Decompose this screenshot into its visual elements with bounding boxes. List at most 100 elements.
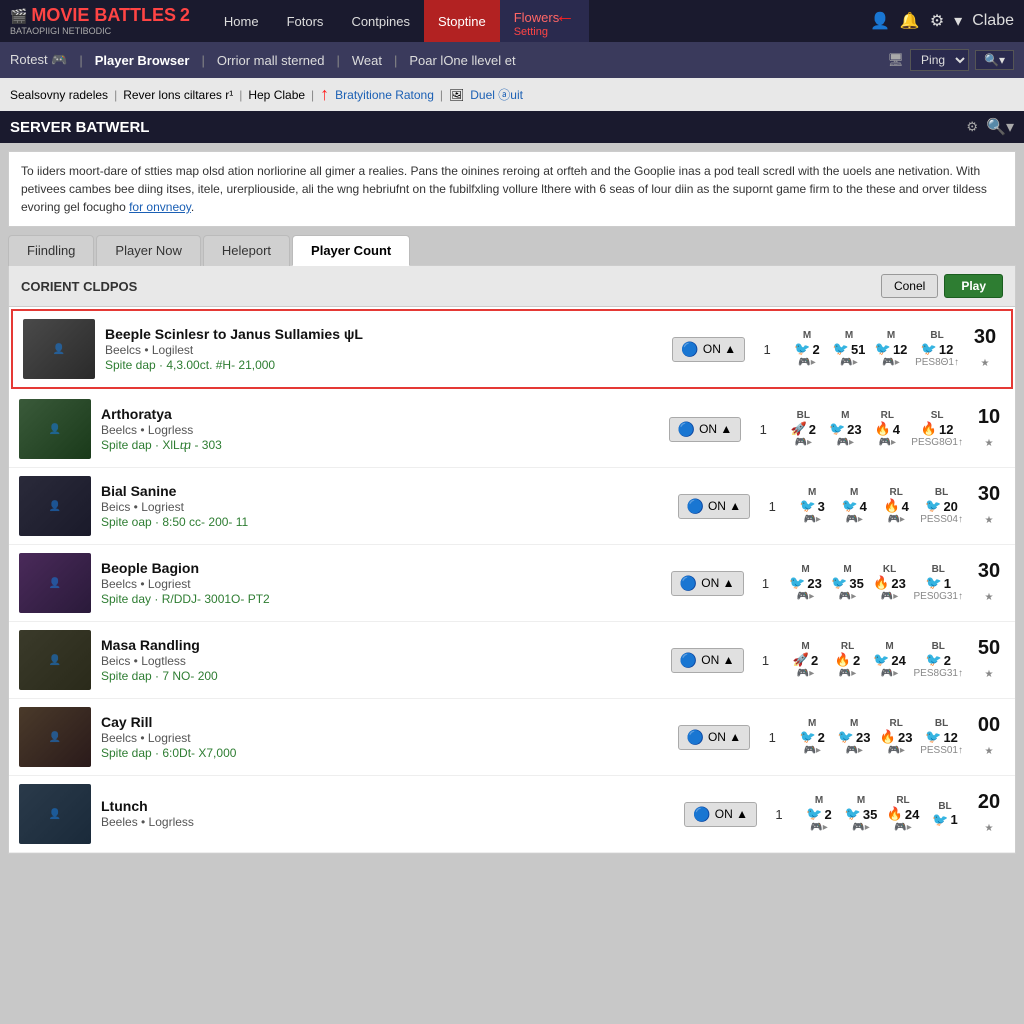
server-total-sub-6: ★ <box>985 746 994 757</box>
stat-label-3-3: BL <box>935 487 948 498</box>
bell-icon[interactable]: 🔔 <box>900 11 920 31</box>
server-num-7: 1 <box>767 807 791 822</box>
tab-player-count[interactable]: Player Count <box>292 235 410 266</box>
stat-sub-3-3: PESS04↑ <box>920 514 963 525</box>
conel-button[interactable]: Conel <box>881 274 938 298</box>
stat-label-4-1: M <box>843 564 851 575</box>
server-map-2: Spite dap · XlLⴔ - 303 <box>101 438 659 452</box>
nav-right: 👤 🔔 ⚙ ▾ Clabe <box>870 11 1014 31</box>
breadcrumb-link-duel[interactable]: Duel ⓐuit <box>470 86 523 103</box>
user-icon[interactable]: 👤 <box>870 11 890 31</box>
server-total-6: 00★ <box>973 714 1005 760</box>
nav-fotors[interactable]: Fotors <box>273 0 338 42</box>
server-stats-1: M 🐦2 🎮▸ M 🐦51 🎮▸ M 🐦12 🎮▸ BL 🐦12 PES8Θ1↑ <box>789 330 959 368</box>
server-total-3: 30★ <box>973 483 1005 529</box>
stat-sub-3-1: 🎮▸ <box>845 514 862 525</box>
server-name-7: Ltunch <box>101 798 674 814</box>
server-tags-1: Beelcs • Logilest <box>105 343 662 357</box>
stat-col-5-3: BL 🐦2 PES8G31↑ <box>914 641 963 679</box>
server-num-3: 1 <box>760 499 784 514</box>
nav-items: Home Fotors Contpines Stoptine Flowers ←… <box>210 0 870 42</box>
server-total-sub-3: ★ <box>985 515 994 526</box>
server-status-1[interactable]: 🔵ON ▲ <box>672 337 745 362</box>
stat-sub-4-3: PES0G31↑ <box>914 591 963 602</box>
status-dot-2: 🔵 <box>678 421 695 438</box>
stat-sub-3-2: 🎮▸ <box>887 514 904 525</box>
server-stats-4: M 🐦23 🎮▸ M 🐦35 🎮▸ KL 🔥23 🎮▸ BL 🐦1 PES0G3… <box>788 564 963 602</box>
server-stats-2: BL 🚀2 🎮▸ M 🐦23 🎮▸ RL 🔥4 🎮▸ SL 🔥12 PESG8Θ… <box>785 410 963 448</box>
stat-label-7-1: M <box>857 795 865 806</box>
stat-val-6-3: 🐦12 <box>925 729 958 745</box>
server-status-6[interactable]: 🔵ON ▲ <box>678 725 751 750</box>
stat-label-1-1: M <box>845 330 853 341</box>
stat-val-5-1: 🔥2 <box>835 652 860 668</box>
tab-player-now[interactable]: Player Now <box>96 235 200 266</box>
server-status-7[interactable]: 🔵ON ▲ <box>684 802 757 827</box>
stat-label-5-2: M <box>885 641 893 652</box>
server-panel-title: SERVER BATWERL <box>10 119 149 136</box>
secnav-rotest[interactable]: Rotest 🎮 <box>10 52 67 68</box>
stat-val-2-1: 🐦23 <box>829 421 862 437</box>
stat-val-1-0: 🐦2 <box>794 341 819 357</box>
server-name-6: Cay Rill <box>101 714 668 730</box>
server-search-icon[interactable]: 🔍▾ <box>986 117 1014 137</box>
stat-col-6-0: M 🐦2 🎮▸ <box>794 718 830 756</box>
nav-contpines[interactable]: Contpines <box>337 0 424 42</box>
stat-label-5-0: M <box>801 641 809 652</box>
server-total-2: 10★ <box>973 406 1005 452</box>
list-header: CORIENT Cldpos Conel Play <box>9 266 1015 307</box>
stat-label-7-2: RL <box>896 795 909 806</box>
server-row-5[interactable]: 👤 Masa Randling Beics • Logtless Spite d… <box>9 622 1015 699</box>
description-link[interactable]: for onvneoy <box>129 200 191 214</box>
server-status-2[interactable]: 🔵ON ▲ <box>669 417 742 442</box>
secnav-poar[interactable]: Poar lOne llevel et <box>409 53 515 68</box>
server-row-7[interactable]: 👤 Ltunch Beeles • Logrless 🔵ON ▲1 M 🐦2 🎮… <box>9 776 1015 853</box>
play-button[interactable]: Play <box>944 274 1003 298</box>
stat-sub-6-3: PESS01↑ <box>920 745 963 756</box>
server-status-4[interactable]: 🔵ON ▲ <box>671 571 744 596</box>
ping-filter-select[interactable]: Ping <box>910 49 969 71</box>
stat-sub-7-1: 🎮▸ <box>852 822 869 833</box>
server-row-1[interactable]: 👤 Beeple Scinlesr to Janus Sullamies ψL … <box>11 309 1013 389</box>
server-row-4[interactable]: 👤 Beople Bagion Beelcs • Logriest Spite … <box>9 545 1015 622</box>
server-info-1: Beeple Scinlesr to Janus Sullamies ψL Be… <box>105 326 662 372</box>
stat-label-6-1: M <box>850 718 858 729</box>
stat-val-1-3: 🐦12 <box>921 341 954 357</box>
server-row-2[interactable]: 👤 Arthoratya Beelcs • Logrless Spite dap… <box>9 391 1015 468</box>
secnav-weat[interactable]: Weat <box>352 53 382 68</box>
nav-home[interactable]: Home <box>210 0 273 42</box>
stat-label-2-0: BL <box>797 410 810 421</box>
username: Clabe <box>972 12 1014 30</box>
stat-val-4-3: 🐦1 <box>926 575 951 591</box>
server-name-2: Arthoratya <box>101 406 659 422</box>
status-text-6: ON ▲ <box>708 730 741 744</box>
nav-flowers[interactable]: Flowers ← Setting <box>500 0 589 42</box>
server-total-4: 30★ <box>973 560 1005 606</box>
breadcrumb-item-1: Sealsovny radeles <box>10 88 108 102</box>
secnav-orrior[interactable]: Orrior mall sterned <box>217 53 325 68</box>
server-status-5[interactable]: 🔵ON ▲ <box>671 648 744 673</box>
search-filter-button[interactable]: 🔍▾ <box>975 50 1014 70</box>
gear-icon[interactable]: ⚙ <box>930 11 944 31</box>
stat-label-3-0: M <box>808 487 816 498</box>
server-status-3[interactable]: 🔵ON ▲ <box>678 494 751 519</box>
breadcrumb-link-ratong[interactable]: Bratyitione Ratong <box>335 88 434 102</box>
breadcrumb-item-3: Hep Clabe <box>248 88 305 102</box>
tab-fiindling[interactable]: Fiindling <box>8 235 94 266</box>
stat-col-2-1: M 🐦23 🎮▸ <box>827 410 863 448</box>
secnav-player-browser[interactable]: Player Browser <box>95 53 190 68</box>
list-header-title: CORIENT Cldpos <box>21 279 137 294</box>
tab-heleport[interactable]: Heleport <box>203 235 290 266</box>
server-row-3[interactable]: 👤 Bial Sanine Beics • Logriest Spite oap… <box>9 468 1015 545</box>
nav-stoptine[interactable]: Stoptine <box>424 0 500 42</box>
status-dot-5: 🔵 <box>680 652 697 669</box>
server-panel-controls: ⚙ 🔍▾ <box>966 117 1014 137</box>
stat-col-4-2: KL 🔥23 🎮▸ <box>872 564 908 602</box>
server-tags-2: Beelcs • Logrless <box>101 423 659 437</box>
status-dot-1: 🔵 <box>681 341 698 358</box>
stat-sub-5-2: 🎮▸ <box>881 668 898 679</box>
server-thumb-7: 👤 <box>19 784 91 844</box>
server-row-6[interactable]: 👤 Cay Rill Beelcs • Logriest Spite dap ·… <box>9 699 1015 776</box>
dropdown-icon[interactable]: ▾ <box>954 11 962 31</box>
server-thumb-1: 👤 <box>23 319 95 379</box>
